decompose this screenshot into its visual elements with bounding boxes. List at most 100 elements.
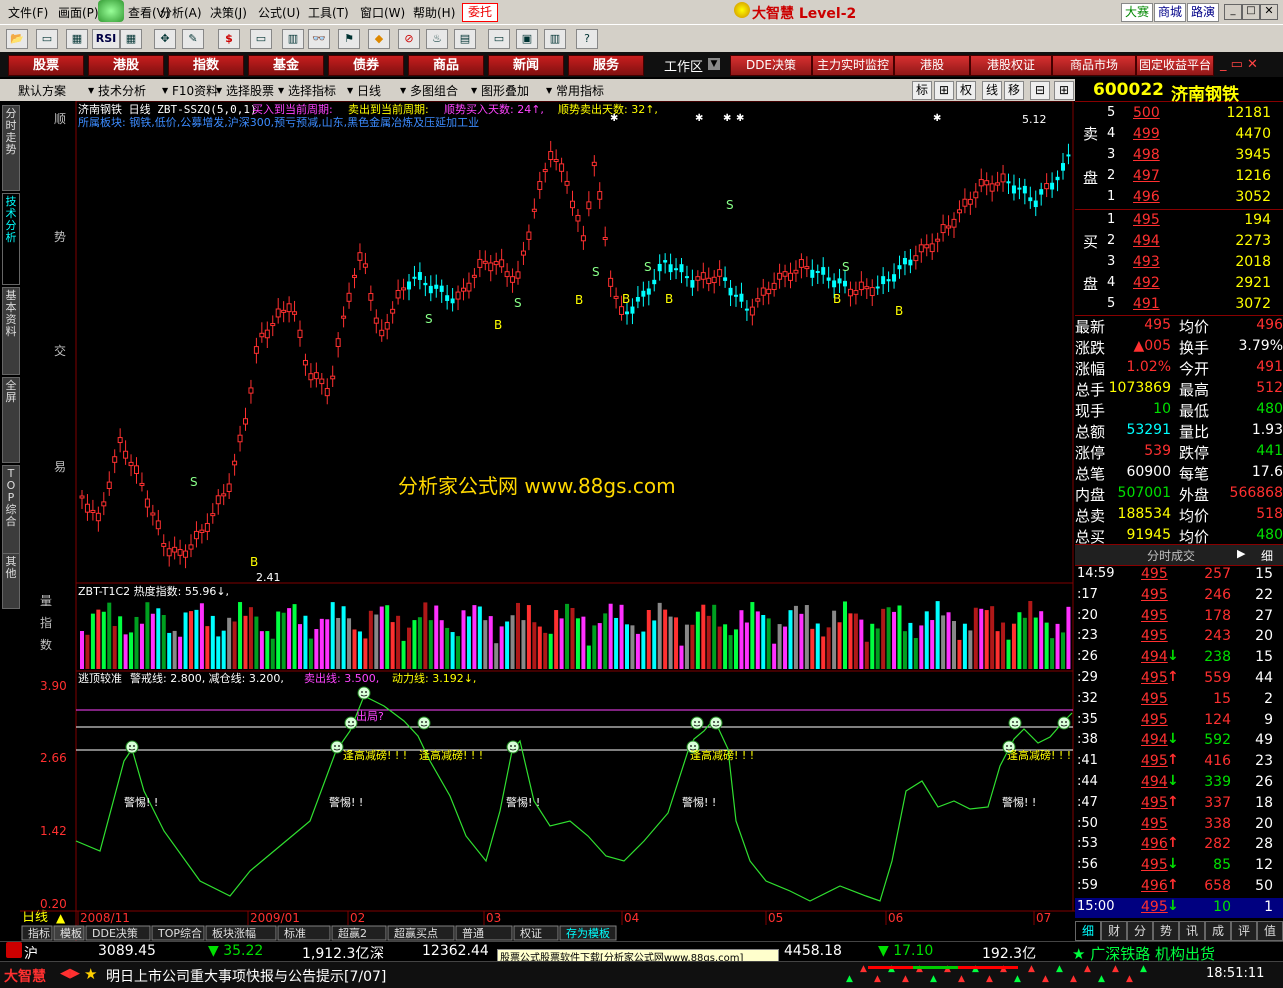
ask-level-2[interactable]: 2 497 1216 xyxy=(1075,166,1283,187)
chart-tool-4[interactable]: 移 xyxy=(1004,81,1024,100)
analysis-menu-4[interactable]: 选择指标 xyxy=(288,82,336,99)
news-text[interactable]: 明日上市公司重大事项快报与公告提示[7/07] xyxy=(106,966,386,986)
stop-icon[interactable]: ⊘ xyxy=(398,29,420,49)
mall-button[interactable]: 商城 xyxy=(1154,3,1186,22)
quote-tab-0[interactable]: 细 xyxy=(1075,921,1101,941)
menu-item-7[interactable]: 窗口(W) xyxy=(360,4,405,21)
analysis-menu-7[interactable]: 图形叠加 xyxy=(481,82,529,99)
binoculars-icon[interactable]: 👓 xyxy=(308,29,330,49)
chart-tool-5[interactable]: ⊟ xyxy=(1030,81,1050,100)
fund-icon[interactable]: ♨ xyxy=(426,29,448,49)
quote-tab-2[interactable]: 分 xyxy=(1127,921,1153,941)
chart-tool-1[interactable]: ⊞ xyxy=(934,81,954,100)
flag-icon[interactable]: ⚑ xyxy=(338,29,360,49)
analysis-menu-3[interactable]: 选择股票 xyxy=(226,82,274,99)
analysis-menu-6[interactable]: 多图组合 xyxy=(410,82,458,99)
move-icon[interactable]: ✥ xyxy=(154,29,176,49)
window-controls-icon[interactable]: _ ▭ ✕ xyxy=(1220,57,1258,72)
minimize-button[interactable]: _ xyxy=(1224,4,1242,20)
menu-item-5[interactable]: 公式(U) xyxy=(258,4,300,21)
ask-level-3[interactable]: 3 498 3945 xyxy=(1075,145,1283,166)
analysis-menu-2[interactable]: F10资料 xyxy=(172,82,218,99)
quote-tab-7[interactable]: 值 xyxy=(1257,921,1283,941)
close-button[interactable]: ✕ xyxy=(1260,4,1278,20)
left-tab-3[interactable]: 全屏 xyxy=(2,377,20,463)
nav-tab-2[interactable]: 指数 xyxy=(168,55,244,76)
tv-icon[interactable]: ▭ xyxy=(250,29,272,49)
left-tab-1[interactable]: 技术分析 xyxy=(2,193,20,285)
nav-tab-7[interactable]: 服务 xyxy=(568,55,644,76)
book-icon[interactable]: ▥ xyxy=(544,29,566,49)
heat-bar xyxy=(952,621,956,669)
chart-tool-2[interactable]: 权 xyxy=(956,81,976,100)
open-icon[interactable]: 📂 xyxy=(6,29,28,49)
nav-right-5[interactable]: 固定收益平台 xyxy=(1136,55,1214,76)
chart-icon[interactable]: ▭ xyxy=(36,29,58,49)
star-marker-0: ✱ xyxy=(610,113,618,124)
sz-index-label[interactable]: 深 xyxy=(370,943,384,963)
draw-icon[interactable]: ✎ xyxy=(182,29,204,49)
grid-icon[interactable]: ▦ xyxy=(120,29,142,49)
nav-right-0[interactable]: DDE决策 xyxy=(730,55,812,76)
dollar-icon[interactable]: $ xyxy=(218,29,240,49)
quote-tab-5[interactable]: 成 xyxy=(1205,921,1231,941)
chart-tool-6[interactable]: ⊞ xyxy=(1054,81,1074,100)
window-icon[interactable]: ▣ xyxy=(516,29,538,49)
warning-icon[interactable]: ◆ xyxy=(368,29,390,49)
entrust-button[interactable]: 委托 xyxy=(462,3,498,22)
bid-level-3[interactable]: 3 493 2018 xyxy=(1075,252,1283,273)
ask-level-5[interactable]: 5 500 12181 xyxy=(1075,103,1283,124)
workspace-dropdown-icon[interactable]: ▼ xyxy=(708,58,720,70)
quote-tab-6[interactable]: 评 xyxy=(1231,921,1257,941)
menu-item-0[interactable]: 文件(F) xyxy=(8,4,48,21)
bars-icon[interactable]: ▥ xyxy=(282,29,304,49)
nav-right-2[interactable]: 港股 xyxy=(894,55,970,76)
bid-level-4[interactable]: 4 492 2921 xyxy=(1075,273,1283,294)
kline-chart-area[interactable]: 济南钢铁 日线 ZBT-SSZQ(5,0,1)买入到当前周期: 卖出到当前周期:… xyxy=(20,101,1075,941)
nav-tab-4[interactable]: 债券 xyxy=(328,55,404,76)
menu-item-4[interactable]: 决策(J) xyxy=(210,4,247,21)
table-icon[interactable]: ▦ xyxy=(66,29,88,49)
menu-item-1[interactable]: 画面(P) xyxy=(58,4,99,21)
contest-button[interactable]: 大赛 xyxy=(1121,3,1153,22)
bid-level-1[interactable]: 1 495 194 xyxy=(1075,210,1283,231)
nav-tab-1[interactable]: 港股 xyxy=(88,55,164,76)
analysis-menu-1[interactable]: 技术分析 xyxy=(98,82,146,99)
lock-icon[interactable]: ▤ xyxy=(454,29,476,49)
nav-right-1[interactable]: 主力实时监控 xyxy=(812,55,894,76)
left-tab-2[interactable]: 基本资料 xyxy=(2,287,20,375)
nav-tab-3[interactable]: 基金 xyxy=(248,55,324,76)
maximize-button[interactable]: □ xyxy=(1242,4,1260,20)
menu-item-8[interactable]: 帮助(H) xyxy=(413,4,455,21)
bid-level-2[interactable]: 2 494 2273 xyxy=(1075,231,1283,252)
quote-tab-1[interactable]: 财 xyxy=(1101,921,1127,941)
ticks-arrow-icon[interactable]: ▶ xyxy=(1237,547,1245,560)
nav-tab-0[interactable]: 股票 xyxy=(8,55,84,76)
analysis-menu-0[interactable]: 默认方案 xyxy=(18,82,66,99)
news-nav-icon[interactable]: ◀▶ xyxy=(60,966,80,981)
chart-tool-0[interactable]: 标 xyxy=(912,81,932,100)
doc-icon[interactable]: ▭ xyxy=(488,29,510,49)
menu-item-3[interactable]: 分析(A) xyxy=(160,4,202,21)
quote-tab-3[interactable]: 势 xyxy=(1153,921,1179,941)
sh-index-label[interactable]: 沪 xyxy=(24,943,38,963)
menu-item-6[interactable]: 工具(T) xyxy=(308,4,349,21)
roadshow-button[interactable]: 路演 xyxy=(1187,3,1219,22)
nav-right-3[interactable]: 港股权证 xyxy=(970,55,1052,76)
left-tab-4[interactable]: TOP综合 xyxy=(2,465,20,555)
bid-level-5[interactable]: 5 491 3072 xyxy=(1075,294,1283,315)
analysis-menu-5[interactable]: 日线 xyxy=(357,82,381,99)
nav-tab-5[interactable]: 商品 xyxy=(408,55,484,76)
rsi-icon[interactable]: RSI xyxy=(92,29,120,49)
left-tab-5[interactable]: 其他 xyxy=(2,553,20,609)
nav-tab-6[interactable]: 新闻 xyxy=(488,55,564,76)
ask-level-4[interactable]: 4 499 4470 xyxy=(1075,124,1283,145)
ticks-detail-button[interactable]: 细 xyxy=(1261,547,1273,564)
nav-right-4[interactable]: 商品市场 xyxy=(1052,55,1136,76)
left-tab-0[interactable]: 分时走势 xyxy=(2,105,20,191)
analysis-menu-8[interactable]: 常用指标 xyxy=(556,82,604,99)
ask-level-1[interactable]: 1 496 3052 xyxy=(1075,187,1283,208)
quote-tab-4[interactable]: 讯 xyxy=(1179,921,1205,941)
chart-tool-3[interactable]: 线 xyxy=(982,81,1002,100)
help-icon[interactable]: ? xyxy=(576,29,598,49)
